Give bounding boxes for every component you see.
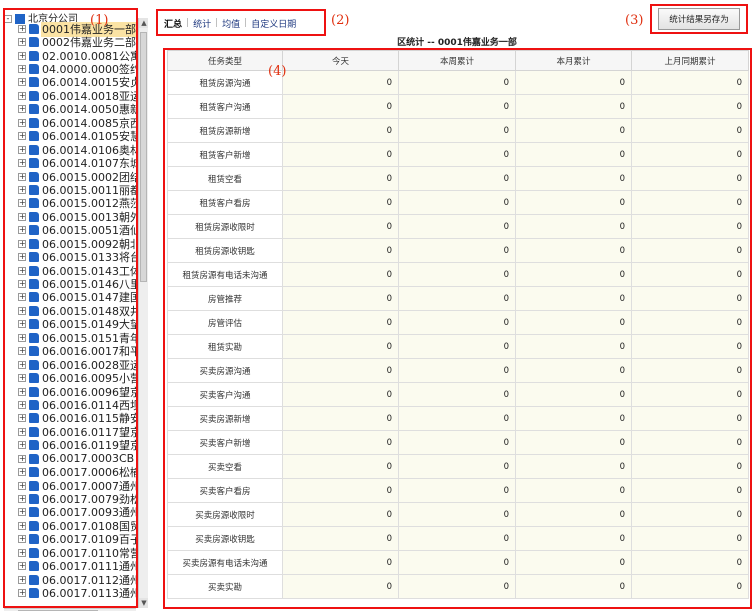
annotation-label-2: (2) (331, 13, 350, 28)
report-title: 区统计 -- 0001伟嘉业务一部 (397, 38, 517, 48)
annotation-label-3: (3) (625, 13, 644, 28)
scroll-up-icon[interactable]: ▲ (139, 18, 148, 28)
annotation-label-1: (1) (90, 13, 109, 28)
scroll-down-icon[interactable]: ▼ (139, 598, 148, 608)
annotation-box-2 (156, 9, 326, 36)
annotation-box-3 (650, 4, 748, 34)
scroll-thumb[interactable] (140, 32, 147, 282)
annotation-box-4 (163, 48, 752, 609)
tree-vertical-scrollbar[interactable]: ▲ ▼ (138, 18, 148, 608)
annotation-label-4: (4) (268, 64, 287, 79)
annotation-box-1 (3, 8, 138, 608)
